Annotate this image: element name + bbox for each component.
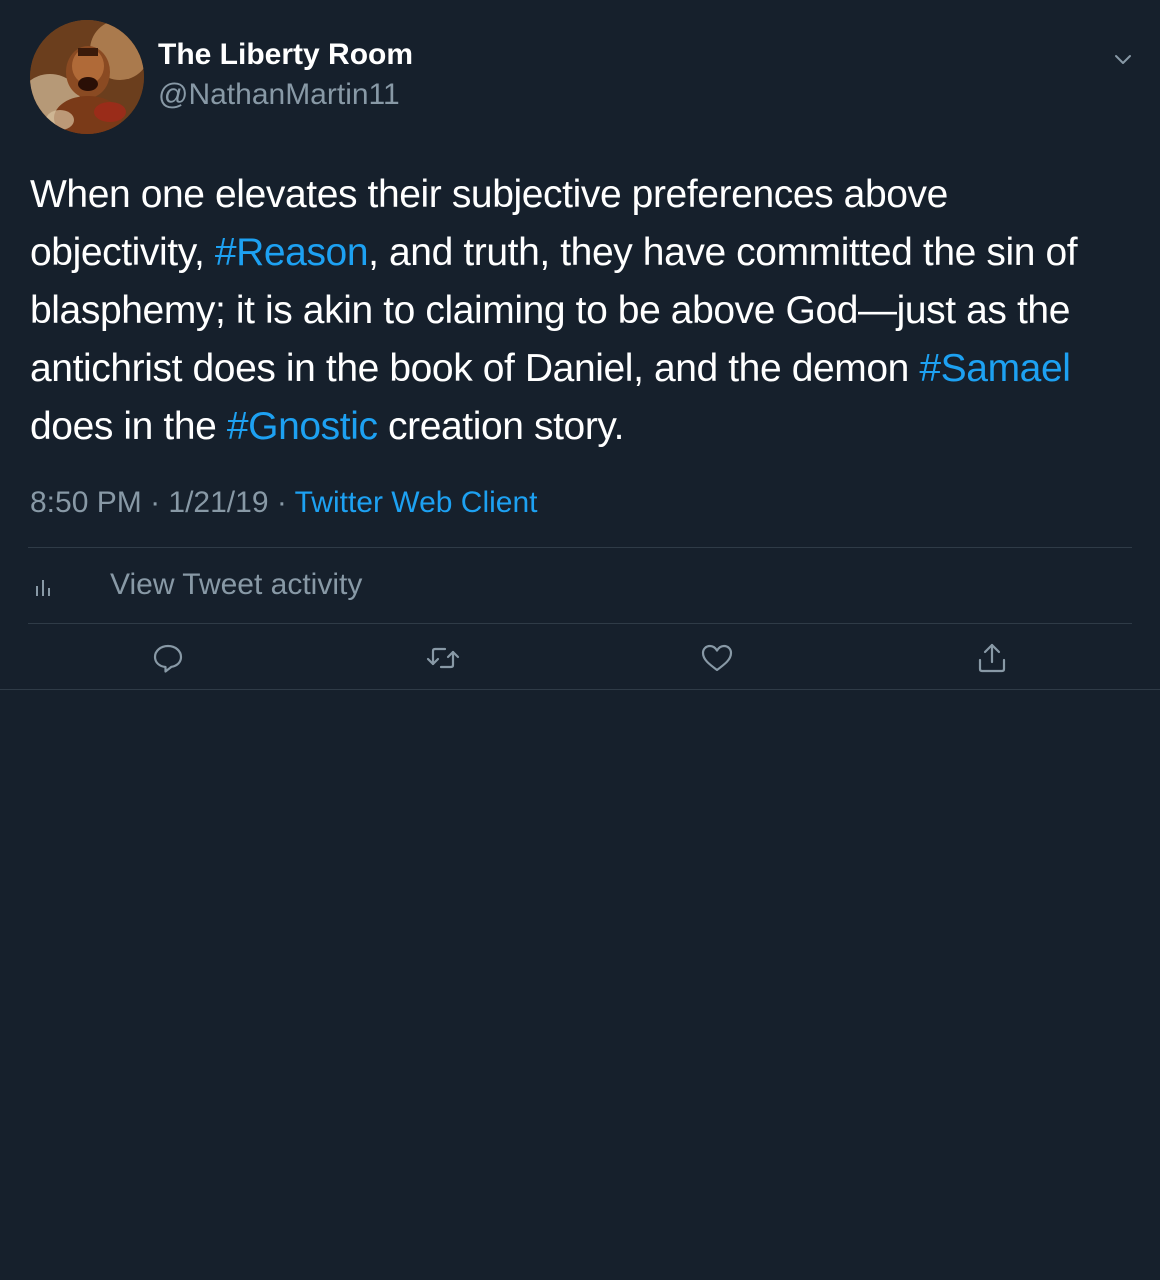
share-button[interactable] — [974, 640, 1010, 676]
tweet-card: The Liberty Room @NathanMartin11 When on… — [0, 0, 1160, 690]
tweet-time: 8:50 PM — [30, 486, 142, 519]
tweet-source-link[interactable]: Twitter Web Client — [295, 486, 538, 519]
avatar[interactable] — [30, 20, 144, 134]
divider — [28, 547, 1132, 548]
like-button[interactable] — [699, 640, 735, 676]
hashtag-link[interactable]: #Reason — [215, 231, 369, 274]
tweet-meta: 8:50 PM · 1/21/19 · Twitter Web Client — [30, 486, 537, 520]
retweet-button[interactable] — [425, 640, 461, 676]
chevron-down-icon[interactable] — [1112, 50, 1134, 68]
hashtag-link[interactable]: #Samael — [919, 347, 1071, 390]
retweet-icon — [426, 647, 460, 669]
view-tweet-activity-link[interactable]: View Tweet activity — [110, 568, 362, 602]
user-handle[interactable]: @NathanMartin11 — [158, 78, 400, 112]
divider — [28, 623, 1132, 624]
reply-button[interactable] — [150, 640, 186, 676]
tweet-text-segment: does in the — [30, 405, 227, 448]
meta-separator: · — [268, 486, 295, 519]
share-icon — [978, 643, 1006, 673]
display-name[interactable]: The Liberty Room — [158, 38, 413, 72]
avatar-image — [30, 20, 144, 134]
heart-icon — [701, 644, 733, 672]
meta-separator: · — [141, 486, 169, 519]
tweet-date: 1/21/19 — [168, 486, 269, 519]
hashtag-link[interactable]: #Gnostic — [227, 405, 378, 448]
tweet-text-segment: creation story. — [377, 405, 625, 448]
tweet-text: When one elevates their subjective prefe… — [30, 166, 1130, 456]
bar-chart-icon[interactable] — [34, 576, 52, 598]
reply-icon — [153, 644, 183, 673]
